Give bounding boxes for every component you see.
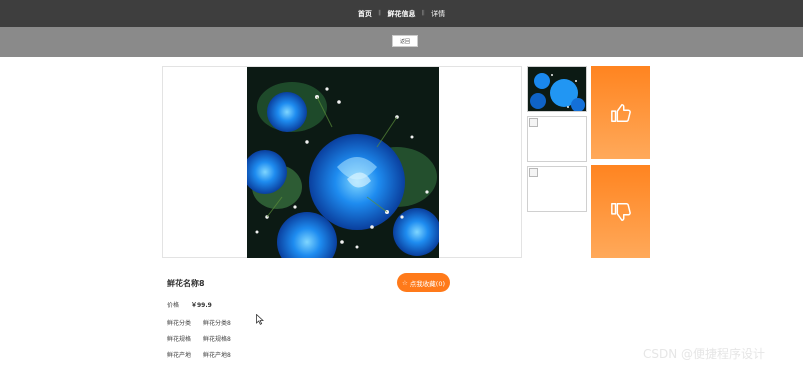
- field-value: 鲜花分类8: [203, 320, 231, 327]
- favorite-label: 点我收藏(0): [409, 279, 446, 288]
- star-icon: ☆: [401, 278, 408, 287]
- field-value: 鲜花产地8: [203, 352, 231, 359]
- breadcrumb: 首页 𝄃 鲜花信息 𝄃 详情: [0, 0, 803, 27]
- info-row-spec: 鲜花规格 鲜花规格8: [167, 334, 231, 343]
- breadcrumb-flower-info[interactable]: 鲜花信息: [388, 9, 416, 19]
- product-name: 鲜花名称8: [167, 279, 205, 288]
- breadcrumb-home[interactable]: 首页: [358, 9, 372, 19]
- info-row-category: 鲜花分类 鲜花分类8: [167, 318, 231, 327]
- main-image-frame: [162, 66, 522, 258]
- thumbs-up-icon: [610, 103, 631, 122]
- favorite-button[interactable]: ☆ 点我收藏(0): [397, 273, 450, 292]
- field-key: 鲜花规格: [167, 336, 192, 343]
- dislike-button[interactable]: [591, 165, 650, 258]
- like-button[interactable]: [591, 66, 650, 159]
- back-button[interactable]: 返回: [392, 35, 418, 47]
- thumbnail-2[interactable]: [527, 116, 587, 162]
- breadcrumb-separator: 𝄃: [422, 9, 425, 17]
- thumbnail-image: [528, 67, 586, 112]
- breadcrumb-detail: 详情: [431, 9, 446, 18]
- thumbnail-1[interactable]: [527, 66, 587, 112]
- watermark: CSDN @便捷程序设计: [643, 347, 766, 361]
- product-main-image: [247, 67, 439, 258]
- price-row: 价格 ￥99.9: [167, 300, 212, 309]
- field-value: 鲜花规格8: [203, 336, 231, 343]
- thumbs-down-icon: [610, 202, 631, 221]
- thumbnail-3[interactable]: [527, 166, 587, 212]
- price-value: ￥99.9: [191, 302, 212, 309]
- breadcrumb-separator: 𝄃: [378, 9, 381, 17]
- toolbar-band: 返回: [0, 27, 803, 57]
- price-label: 价格: [167, 302, 180, 309]
- mouse-cursor-icon: [256, 314, 264, 325]
- info-row-origin: 鲜花产地 鲜花产地8: [167, 350, 231, 359]
- field-key: 鲜花分类: [167, 320, 192, 327]
- field-key: 鲜花产地: [167, 352, 192, 359]
